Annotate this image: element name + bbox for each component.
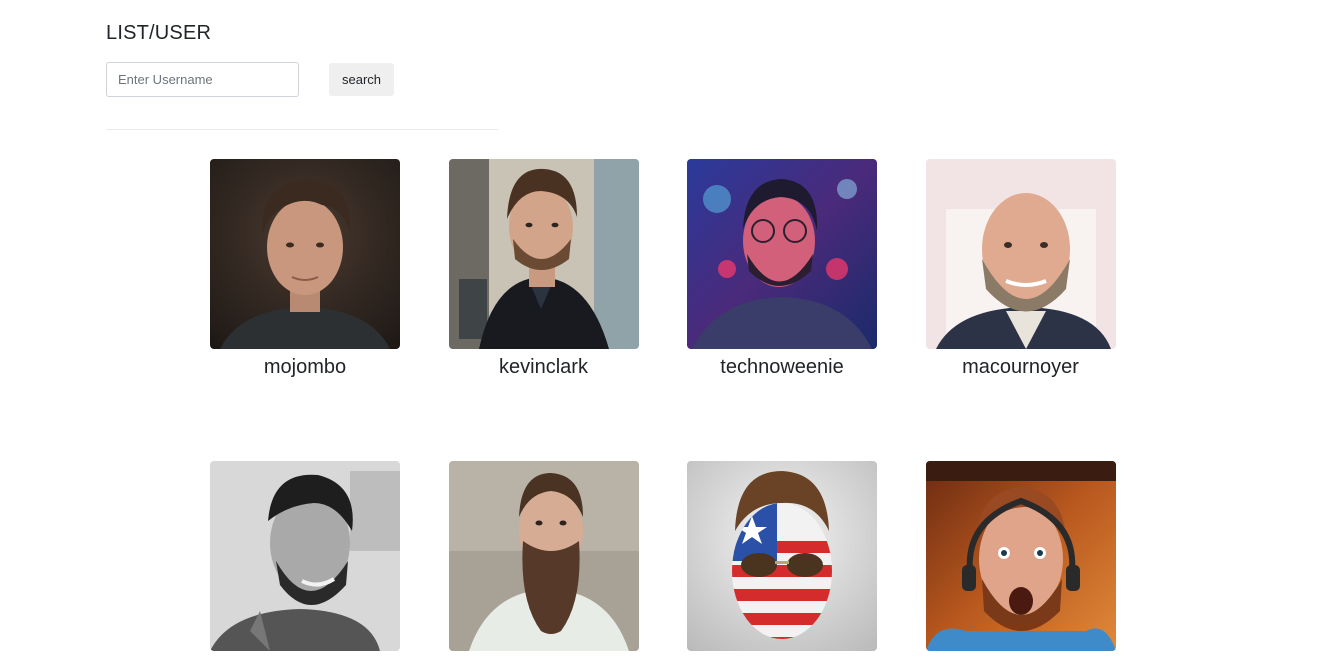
- username-label[interactable]: mojombo: [264, 355, 346, 379]
- user-card[interactable]: [687, 461, 877, 657]
- user-avatar-image[interactable]: [925, 461, 1116, 651]
- user-card[interactable]: [925, 461, 1116, 657]
- divider: [106, 129, 498, 130]
- page-title: LIST/USER: [106, 22, 212, 44]
- user-card[interactable]: [448, 461, 639, 657]
- user-card[interactable]: macournoyer: [925, 159, 1116, 379]
- user-avatar-image[interactable]: [210, 159, 400, 349]
- user-avatar-image[interactable]: [210, 461, 400, 651]
- user-avatar-image[interactable]: [448, 159, 639, 349]
- username-label[interactable]: macournoyer: [962, 355, 1079, 379]
- search-button[interactable]: search: [329, 63, 394, 96]
- user-card[interactable]: technoweenie: [687, 159, 877, 379]
- user-avatar-image[interactable]: [925, 159, 1116, 349]
- username-label[interactable]: technoweenie: [720, 355, 843, 379]
- username-label[interactable]: kevinclark: [499, 355, 588, 379]
- user-card[interactable]: [210, 461, 400, 657]
- user-grid: mojombo kevinclark technoweenie macourno…: [210, 159, 1116, 657]
- user-avatar-image[interactable]: [687, 461, 877, 651]
- user-card[interactable]: mojombo: [210, 159, 400, 379]
- username-search-input[interactable]: [106, 62, 299, 97]
- user-card[interactable]: kevinclark: [448, 159, 639, 379]
- user-avatar-image[interactable]: [687, 159, 877, 349]
- user-avatar-image[interactable]: [448, 461, 639, 651]
